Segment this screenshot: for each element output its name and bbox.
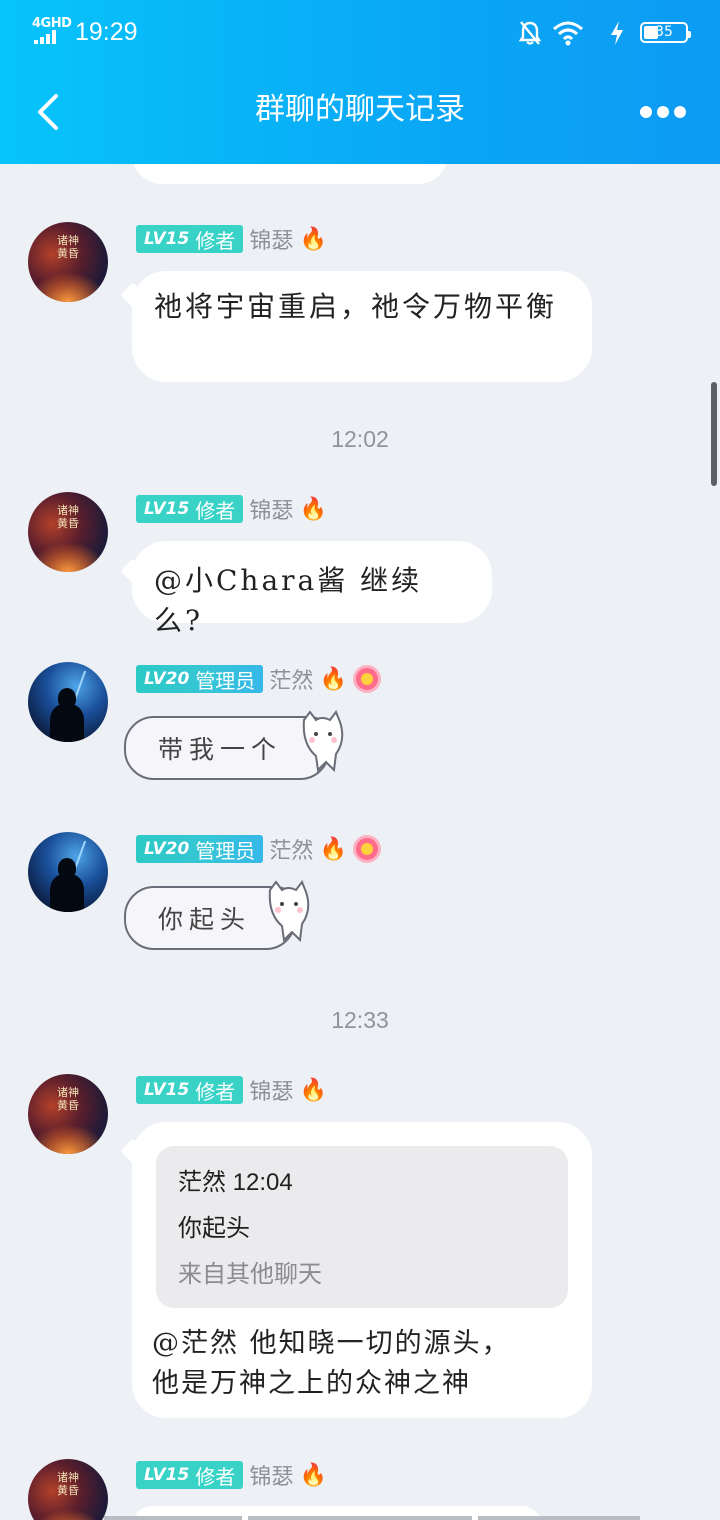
message-text: 带我一个: [158, 735, 283, 764]
message-text: 祂将宇宙重启，祂令万物平衡: [154, 290, 558, 323]
quote-header: 茫然 12:04: [178, 1169, 293, 1196]
sender-name: 锦瑟: [249, 499, 294, 524]
header-bar: 4GHD 19:29 35 群聊的聊天记录: [0, 0, 720, 164]
more-dots-icon[interactable]: [640, 100, 686, 124]
scrollbar[interactable]: [711, 382, 717, 486]
chat-history-list[interactable]: 诸神黄昏 LV15 修者 锦瑟 🔥 祂将宇宙重启，祂令万物平衡 12:02 诸神黄…: [0, 164, 720, 1520]
level-badge: LV20 管理员: [136, 835, 264, 863]
avatar[interactable]: [28, 662, 108, 742]
sender-name: 锦瑟: [249, 1465, 294, 1490]
quoted-message[interactable]: 茫然 12:04 你起头 来自其他聊天: [156, 1146, 568, 1308]
quote-text: 你起头: [178, 1215, 250, 1242]
page-title: 群聊的聊天记录: [255, 92, 465, 127]
fire-icon: 🔥: [299, 226, 328, 252]
sender-name: 茫然: [269, 669, 314, 694]
quote-source: 来自其他聊天: [178, 1261, 322, 1288]
battery-level: 35: [655, 24, 673, 40]
avatar[interactable]: 诸神黄昏: [28, 1459, 108, 1520]
avatar[interactable]: 诸神黄昏: [28, 1074, 108, 1154]
network-indicator: 4GHD: [32, 16, 72, 31]
sender-meta: LV15 修者 锦瑟 🔥: [136, 1075, 327, 1105]
mute-bell-icon: [518, 21, 542, 45]
cat-decoration-icon: [268, 880, 310, 943]
signal-icon: [34, 30, 64, 44]
message-text: @茫然 他知晓一切的源头， 他是万神之上的众神之神: [152, 1328, 511, 1399]
fire-icon: 🔥: [299, 1462, 328, 1488]
sender-meta: LV20 管理员 茫然 🔥: [136, 664, 382, 694]
sender-name: 茫然: [269, 839, 314, 864]
level-badge: LV15 修者: [136, 225, 244, 253]
level-badge: LV15 修者: [136, 495, 244, 523]
sender-meta: LV15 修者 锦瑟 🔥: [136, 1460, 327, 1490]
avatar[interactable]: 诸神黄昏: [28, 492, 108, 572]
bottom-divider: [104, 1516, 640, 1520]
status-icons: 35: [518, 18, 691, 48]
avatar-text: 诸神黄昏: [57, 234, 79, 260]
sender-name: 锦瑟: [249, 1080, 294, 1105]
fire-icon: 🔥: [299, 496, 328, 522]
fire-icon: 🔥: [299, 1077, 328, 1103]
battery-icon: 35: [640, 22, 691, 43]
time-divider: 12:33: [331, 1007, 389, 1033]
message-bubble[interactable]: 祂将宇宙重启，祂令万物平衡: [132, 271, 592, 382]
level-badge: LV20 管理员: [136, 665, 264, 693]
level-badge: LV15 修者: [136, 1076, 244, 1104]
time-divider: 12:02: [331, 426, 389, 452]
wifi-icon: [553, 21, 583, 46]
smile-face-icon: [353, 835, 382, 863]
previous-message-bubble: [132, 164, 448, 184]
message-bubble[interactable]: @小Chara酱 继续么?: [132, 541, 492, 637]
cat-decoration-icon: [302, 710, 344, 773]
avatar[interactable]: 诸神黄昏: [28, 222, 108, 302]
message-text: @小Chara酱 继续么?: [154, 564, 423, 637]
message-bubble[interactable]: 你起头: [124, 880, 310, 950]
smile-face-icon: [353, 665, 382, 693]
fire-icon: 🔥: [319, 666, 348, 692]
level-badge: LV15 修者: [136, 1461, 244, 1489]
message-bubble[interactable]: 带我一个: [124, 710, 344, 780]
status-time: 19:29: [75, 18, 138, 46]
sender-meta: LV20 管理员 茫然 🔥: [136, 834, 382, 864]
avatar[interactable]: [28, 832, 108, 912]
sender-name: 锦瑟: [249, 229, 294, 254]
fire-icon: 🔥: [319, 836, 348, 862]
charging-icon: [611, 21, 623, 45]
status-bar: 4GHD 19:29 35: [0, 0, 720, 64]
sender-meta: LV15 修者 锦瑟 🔥: [136, 224, 327, 254]
sender-meta: LV15 修者 锦瑟 🔥: [136, 494, 327, 524]
message-text: 你起头: [158, 905, 252, 934]
